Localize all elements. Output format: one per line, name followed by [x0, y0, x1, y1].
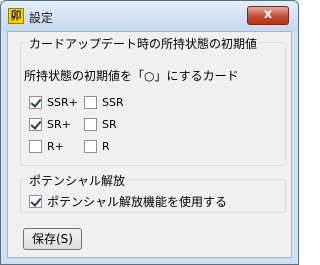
checkbox-box[interactable]: [29, 118, 42, 131]
checkbox-use-potential-release[interactable]: ポテンシャル解放機能を使用する: [29, 193, 227, 210]
app-icon: 卯: [8, 8, 24, 24]
checkbox-sr-plus[interactable]: SR+: [29, 118, 71, 131]
checkbox-box[interactable]: [29, 96, 42, 109]
checkbox-box[interactable]: [29, 140, 42, 153]
checkbox-box[interactable]: [84, 96, 97, 109]
checkbox-sr[interactable]: SR: [84, 118, 117, 131]
checkbox-label: R+: [47, 140, 64, 153]
checkbox-label: SR+: [47, 118, 71, 131]
potential-release-legend: ポテンシャル解放: [27, 172, 128, 189]
title-bar[interactable]: 卯 設定 x: [1, 1, 298, 31]
checkbox-label: R: [102, 140, 110, 153]
card-default-description: 所持状態の初期値を「○」にするカード: [24, 69, 239, 83]
checkbox-label: SSR+: [47, 96, 78, 109]
checkbox-label: SR: [102, 118, 117, 131]
close-button[interactable]: x: [247, 6, 289, 25]
checkbox-box[interactable]: [84, 118, 97, 131]
checkbox-r[interactable]: R: [84, 140, 110, 153]
card-default-legend: カードアップデート時の所持状態の初期値: [27, 35, 260, 52]
checkbox-ssr-plus[interactable]: SSR+: [29, 96, 78, 109]
checkbox-label: ポテンシャル解放機能を使用する: [47, 195, 228, 209]
checkbox-ssr[interactable]: SSR: [84, 96, 124, 109]
save-button[interactable]: 保存(S): [23, 228, 82, 250]
checkbox-r-plus[interactable]: R+: [29, 140, 64, 153]
checkbox-label: SSR: [102, 96, 124, 109]
settings-window: 卯 設定 x カードアップデート時の所持状態の初期値 所持状態の初期値を「○」に…: [0, 0, 299, 265]
checkbox-box[interactable]: [29, 195, 42, 208]
close-icon: x: [263, 7, 273, 22]
window-title: 設定: [29, 11, 54, 25]
checkbox-box[interactable]: [84, 140, 97, 153]
client-area: カードアップデート時の所持状態の初期値 所持状態の初期値を「○」にするカード S…: [7, 31, 292, 258]
